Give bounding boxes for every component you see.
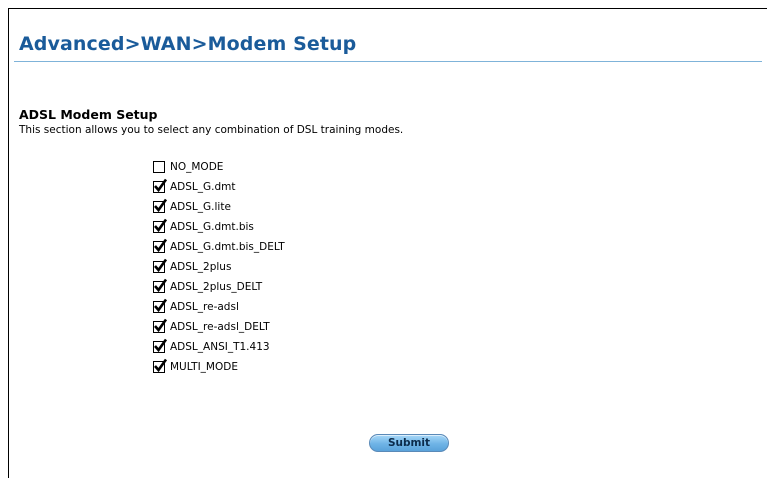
- content-frame: [8, 8, 767, 478]
- mode-label: ADSL_2plus: [170, 261, 232, 273]
- checkbox-icon[interactable]: [153, 198, 168, 213]
- mode-item-adsl-2plus-delt[interactable]: ADSL_2plus_DELT: [153, 277, 285, 297]
- mode-label: ADSL_ANSI_T1.413: [170, 341, 270, 353]
- submit-button[interactable]: Submit: [369, 434, 449, 452]
- mode-label: ADSL_G.dmt: [170, 181, 236, 193]
- mode-item-multi-mode[interactable]: MULTI_MODE: [153, 357, 285, 377]
- checkbox-icon[interactable]: [153, 358, 168, 373]
- mode-label: NO_MODE: [170, 161, 224, 173]
- mode-item-adsl-ansi-t1-413[interactable]: ADSL_ANSI_T1.413: [153, 337, 285, 357]
- mode-label: ADSL_G.lite: [170, 201, 231, 213]
- checkbox-icon[interactable]: [153, 298, 168, 313]
- mode-label: ADSL_re-adsl: [170, 301, 239, 313]
- mode-item-adsl-g-dmt-bis[interactable]: ADSL_G.dmt.bis: [153, 217, 285, 237]
- mode-item-adsl-2plus[interactable]: ADSL_2plus: [153, 257, 285, 277]
- mode-item-adsl-g-dmt[interactable]: ADSL_G.dmt: [153, 177, 285, 197]
- mode-label: ADSL_2plus_DELT: [170, 281, 263, 293]
- checkbox-icon[interactable]: [153, 238, 168, 253]
- title-divider: [14, 61, 762, 62]
- section-description: This section allows you to select any co…: [19, 124, 404, 136]
- checkbox-icon[interactable]: [153, 338, 168, 353]
- mode-label: MULTI_MODE: [170, 361, 238, 373]
- mode-label: ADSL_G.dmt.bis: [170, 221, 254, 233]
- mode-label: ADSL_G.dmt.bis_DELT: [170, 241, 285, 253]
- dsl-mode-list: NO_MODE ADSL_G.dmt ADSL_G.lite ADSL_G.dm…: [153, 157, 285, 377]
- mode-item-adsl-g-dmt-bis-delt[interactable]: ADSL_G.dmt.bis_DELT: [153, 237, 285, 257]
- mode-label: ADSL_re-adsl_DELT: [170, 321, 270, 333]
- checkbox-icon[interactable]: [153, 258, 168, 273]
- checkbox-icon[interactable]: [153, 278, 168, 293]
- section-title: ADSL Modem Setup: [19, 107, 158, 122]
- checkbox-icon[interactable]: [153, 318, 168, 333]
- checkbox-icon[interactable]: [153, 218, 168, 233]
- mode-item-adsl-g-lite[interactable]: ADSL_G.lite: [153, 197, 285, 217]
- checkbox-icon[interactable]: [153, 178, 168, 193]
- mode-item-adsl-re-adsl-delt[interactable]: ADSL_re-adsl_DELT: [153, 317, 285, 337]
- checkbox-icon[interactable]: [153, 161, 165, 173]
- mode-item-adsl-re-adsl[interactable]: ADSL_re-adsl: [153, 297, 285, 317]
- page-title: Advanced>WAN>Modem Setup: [19, 33, 357, 55]
- mode-item-no-mode[interactable]: NO_MODE: [153, 157, 285, 177]
